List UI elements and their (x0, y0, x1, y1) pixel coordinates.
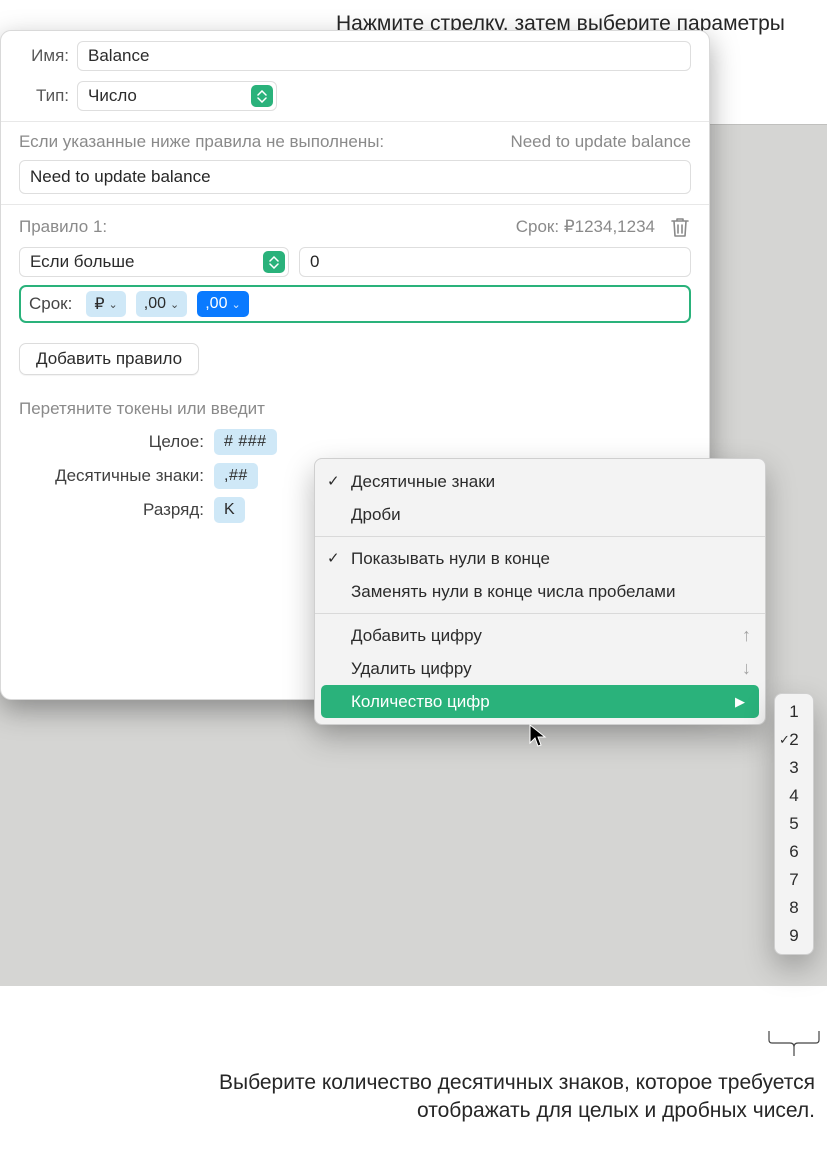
chevron-down-icon: ⌄ (170, 298, 179, 311)
menu-item-label: Заменять нули в конце числа пробелами (351, 582, 676, 602)
decimals-token-text: ,00 (144, 295, 166, 313)
menu-item-remove-digit[interactable]: Удалить цифру ↓ (315, 652, 765, 685)
example-dec-label: Десятичные знаки: (19, 466, 214, 486)
name-input[interactable]: Balance (77, 41, 691, 71)
example-int-token[interactable]: # ### (214, 429, 277, 455)
check-icon: ✓ (327, 472, 340, 490)
add-rule-button[interactable]: Добавить правило (19, 343, 199, 375)
type-select[interactable]: Число (77, 81, 277, 111)
arrow-up-icon: ↑ (742, 625, 751, 646)
submenu-option-5[interactable]: 5 (775, 810, 813, 838)
menu-item-digit-count[interactable]: Количество цифр ▶ (321, 685, 759, 718)
rules-not-met-preview: Need to update balance (510, 132, 691, 152)
annotation-bottom: Выберите количество десятичных знаков, к… (185, 1069, 815, 1126)
menu-item-label: Количество цифр (351, 692, 490, 712)
submenu-option-1[interactable]: 1 (775, 698, 813, 726)
menu-separator (315, 613, 765, 614)
rule1-value-input[interactable]: 0 (299, 247, 691, 277)
rule1-condition-value: Если больше (30, 252, 134, 272)
check-icon: ✓ (327, 549, 340, 567)
drag-tokens-hint: Перетяните токены или введит (1, 385, 709, 429)
submenu-option-7[interactable]: 7 (775, 866, 813, 894)
example-dec-token[interactable]: ,## (214, 463, 258, 489)
currency-token[interactable]: ₽ ⌄ (86, 291, 125, 317)
decimals-token-selected-text: ,00 (205, 295, 227, 313)
menu-item-decimal-signs[interactable]: ✓ Десятичные знаки (315, 465, 765, 498)
submenu-option-3[interactable]: 3 (775, 754, 813, 782)
decimals-token-selected[interactable]: ,00 ⌄ (197, 291, 248, 317)
delete-rule-icon[interactable] (669, 215, 691, 239)
submenu-option-6[interactable]: 6 (775, 838, 813, 866)
rule1-condition-select[interactable]: Если больше (19, 247, 289, 277)
type-select-value: Число (88, 86, 137, 106)
menu-item-label: Удалить цифру (351, 659, 472, 679)
submenu-option-9[interactable]: 9 (775, 922, 813, 950)
digit-count-submenu: 1 ✓2 3 4 5 6 7 8 9 (774, 693, 814, 955)
rule1-format-preview: Срок: ₽1234,1234 (516, 217, 655, 237)
menu-item-label: Дроби (351, 505, 401, 525)
menu-item-label: Добавить цифру (351, 626, 482, 646)
rule1-format-token-row[interactable]: Срок: ₽ ⌄ ,00 ⌄ ,00 ⌄ (19, 285, 691, 323)
type-label: Тип: (19, 86, 77, 106)
callout-bracket-icon (768, 1030, 820, 1052)
currency-token-text: ₽ (94, 294, 104, 314)
submenu-option-2[interactable]: ✓2 (775, 726, 813, 754)
submenu-option-8[interactable]: 8 (775, 894, 813, 922)
select-stepper-icon (263, 251, 285, 273)
example-scale-token[interactable]: K (214, 497, 245, 523)
rules-not-met-label: Если указанные ниже правила не выполнены… (19, 132, 384, 152)
rule1-token-row-label: Срок: (29, 294, 76, 314)
rule1-title: Правило 1: (19, 217, 107, 237)
menu-item-replace-trailing-spaces[interactable]: Заменять нули в конце числа пробелами (315, 575, 765, 608)
menu-item-label: Показывать нули в конце (351, 549, 550, 569)
name-label: Имя: (19, 46, 77, 66)
select-stepper-icon (251, 85, 273, 107)
arrow-down-icon: ↓ (742, 658, 751, 679)
cursor-icon (528, 723, 548, 754)
chevron-right-icon: ▶ (735, 694, 745, 710)
chevron-down-icon: ⌄ (109, 298, 118, 311)
example-int-label: Целое: (19, 432, 214, 452)
menu-item-fractions[interactable]: Дроби (315, 498, 765, 531)
check-icon: ✓ (779, 732, 790, 748)
rules-not-met-input[interactable]: Need to update balance (19, 160, 691, 194)
chevron-down-icon: ⌄ (231, 298, 240, 311)
menu-item-label: Десятичные знаки (351, 472, 495, 492)
menu-separator (315, 536, 765, 537)
decimals-token[interactable]: ,00 ⌄ (136, 291, 187, 317)
example-scale-label: Разряд: (19, 500, 214, 520)
menu-item-add-digit[interactable]: Добавить цифру ↑ (315, 619, 765, 652)
submenu-option-4[interactable]: 4 (775, 782, 813, 810)
menu-item-show-trailing-zeros[interactable]: ✓ Показывать нули в конце (315, 542, 765, 575)
token-format-menu: ✓ Десятичные знаки Дроби ✓ Показывать ну… (314, 458, 766, 725)
